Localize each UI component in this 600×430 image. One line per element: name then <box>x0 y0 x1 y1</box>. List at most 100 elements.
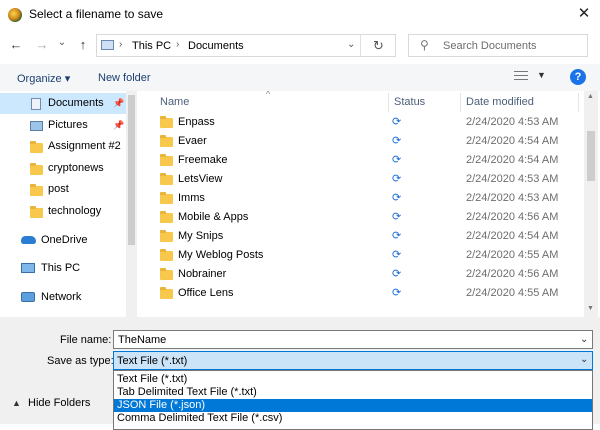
up-button[interactable]: ↑ <box>74 35 92 55</box>
organize-button[interactable]: Organize ▾ <box>17 72 70 85</box>
column-divider[interactable] <box>578 93 579 112</box>
sidebar-item-label: OneDrive <box>41 234 88 246</box>
file-name-value: TheName <box>118 334 167 346</box>
table-row[interactable]: Enpass ⟳ 2/24/2020 4:53 AM <box>142 113 582 132</box>
table-row[interactable]: My Snips ⟳ 2/24/2020 4:54 AM <box>142 227 582 246</box>
navigation-scrollbar[interactable] <box>126 91 137 317</box>
recent-locations-button[interactable]: ⌄ <box>56 33 68 53</box>
table-row[interactable]: Freemake ⟳ 2/24/2020 4:54 AM <box>142 151 582 170</box>
help-button[interactable]: ? <box>570 69 586 85</box>
search-input[interactable]: ⚲ Search Documents <box>408 34 588 57</box>
pin-icon: 📌 <box>113 98 125 108</box>
sidebar-item-label: This PC <box>41 262 81 274</box>
save-as-type-label: Save as type: <box>47 355 114 367</box>
column-header-name[interactable]: Name <box>160 96 189 108</box>
file-name-label: File name: <box>60 334 112 346</box>
file-type-option-selected[interactable]: JSON File (*.json) <box>114 399 592 412</box>
file-name: Imms <box>178 192 205 204</box>
file-rows: Enpass ⟳ 2/24/2020 4:53 AM Evaer ⟳ 2/24/2020… <box>142 113 584 317</box>
folder-icon <box>160 173 173 185</box>
chevron-down-icon[interactable]: ⌄ <box>580 354 588 365</box>
file-list-scrollbar[interactable]: ▲ ▼ <box>584 91 598 317</box>
close-button[interactable]: ✕ <box>570 2 598 26</box>
file-type-option[interactable]: Text File (*.txt) <box>114 373 592 386</box>
file-name: Mobile & Apps <box>178 211 249 223</box>
documents-icon <box>31 98 41 110</box>
file-type-option[interactable]: Tab Delimited Text File (*.txt) <box>114 386 592 399</box>
sidebar-item-label: cryptonews <box>48 162 104 174</box>
search-icon: ⚲ <box>420 38 429 52</box>
sync-icon: ⟳ <box>392 287 402 299</box>
save-as-type-value: Text File (*.txt) <box>117 355 188 367</box>
table-row[interactable]: LetsView ⟳ 2/24/2020 4:53 AM <box>142 170 582 189</box>
pictures-icon <box>30 121 43 131</box>
table-row[interactable]: My Weblog Posts ⟳ 2/24/2020 4:55 AM <box>142 246 582 265</box>
breadcrumb-documents[interactable]: Documents <box>188 40 244 52</box>
table-row[interactable]: Imms ⟳ 2/24/2020 4:53 AM <box>142 189 582 208</box>
forward-button[interactable]: → <box>32 35 52 55</box>
sidebar-item-pictures[interactable]: Pictures 📌 <box>0 115 126 136</box>
folder-icon <box>30 206 43 218</box>
breadcrumb-separator-icon: › <box>176 39 180 50</box>
network-icon <box>21 292 35 302</box>
table-row[interactable]: Evaer ⟳ 2/24/2020 4:54 AM <box>142 132 582 151</box>
scroll-up-icon[interactable]: ▲ <box>587 93 594 100</box>
hide-folders-button[interactable]: Hide Folders <box>28 397 90 409</box>
date-modified: 2/24/2020 4:55 AM <box>466 287 559 299</box>
date-modified: 2/24/2020 4:55 AM <box>466 249 559 261</box>
save-as-type-select[interactable]: Text File (*.txt) ⌄ <box>113 351 593 370</box>
address-dropdown-icon[interactable]: ⌄ <box>347 39 355 50</box>
breadcrumb-this-pc[interactable]: This PC <box>132 40 171 52</box>
file-type-option[interactable]: Comma Delimited Text File (*.csv) <box>114 412 592 425</box>
up-arrow-icon: ↑ <box>79 37 87 52</box>
scrollbar-thumb[interactable] <box>128 95 135 245</box>
sidebar-item-label: Assignment #2 <box>48 140 121 152</box>
table-row[interactable]: Office Lens ⟳ 2/24/2020 4:55 AM <box>142 284 582 303</box>
file-name: My Snips <box>178 230 224 242</box>
table-row[interactable]: Mobile & Apps ⟳ 2/24/2020 4:56 AM <box>142 208 582 227</box>
sidebar-item-technology[interactable]: technology <box>0 201 126 222</box>
file-name: Evaer <box>178 135 207 147</box>
file-name: Freemake <box>178 154 228 166</box>
file-name-field[interactable]: TheName ⌄ <box>113 330 593 349</box>
chevron-down-icon: ⌄ <box>57 37 67 48</box>
file-type-dropdown-list: Text File (*.txt) Tab Delimited Text Fil… <box>113 370 593 430</box>
column-header-status[interactable]: Status <box>394 96 425 108</box>
scroll-down-icon[interactable]: ▼ <box>587 305 594 312</box>
folder-icon <box>160 135 173 147</box>
help-icon: ? <box>574 71 582 83</box>
navigation-pane: Documents 📌 Pictures 📌 Assignment #2 cry… <box>0 91 138 317</box>
column-header-date[interactable]: Date modified <box>466 96 534 108</box>
file-name: Nobrainer <box>178 268 227 280</box>
file-list: ^ Name Status Date modified Enpass ⟳ 2/24/… <box>142 91 584 317</box>
sidebar-item-this-pc[interactable]: This PC <box>0 258 126 279</box>
sidebar-item-label: post <box>48 183 69 195</box>
scrollbar-thumb[interactable] <box>587 131 595 181</box>
this-pc-icon <box>21 263 35 273</box>
chevron-up-icon[interactable]: ▲ <box>12 398 21 408</box>
date-modified: 2/24/2020 4:54 AM <box>466 154 559 166</box>
folder-icon <box>160 192 173 204</box>
sidebar-item-documents[interactable]: Documents 📌 <box>0 93 126 114</box>
sidebar-item-cryptonews[interactable]: cryptonews <box>0 158 126 179</box>
table-row[interactable]: Nobrainer ⟳ 2/24/2020 4:56 AM <box>142 265 582 284</box>
view-dropdown-icon[interactable]: ▼ <box>537 70 546 80</box>
sidebar-item-assignment-2[interactable]: Assignment #2 <box>0 136 126 157</box>
window-title: Select a filename to save <box>29 7 164 21</box>
sidebar-item-network[interactable]: Network <box>0 287 126 308</box>
column-divider[interactable] <box>388 93 389 112</box>
sidebar-item-label: Network <box>41 291 82 303</box>
sidebar-item-post[interactable]: post <box>0 179 126 200</box>
folder-icon <box>160 116 173 128</box>
column-divider[interactable] <box>460 93 461 112</box>
new-folder-button[interactable]: New folder <box>98 72 151 84</box>
refresh-icon[interactable]: ↻ <box>373 38 384 54</box>
chevron-down-icon[interactable]: ⌄ <box>580 334 588 345</box>
address-bar[interactable]: › This PC › Documents ⌄ ↻ <box>96 34 396 57</box>
folder-icon <box>160 211 173 223</box>
sidebar-item-onedrive[interactable]: OneDrive <box>0 230 126 251</box>
view-options-icon[interactable] <box>514 69 528 81</box>
onedrive-icon <box>21 236 36 244</box>
sync-icon: ⟳ <box>392 211 402 223</box>
back-button[interactable]: ← <box>6 35 26 55</box>
